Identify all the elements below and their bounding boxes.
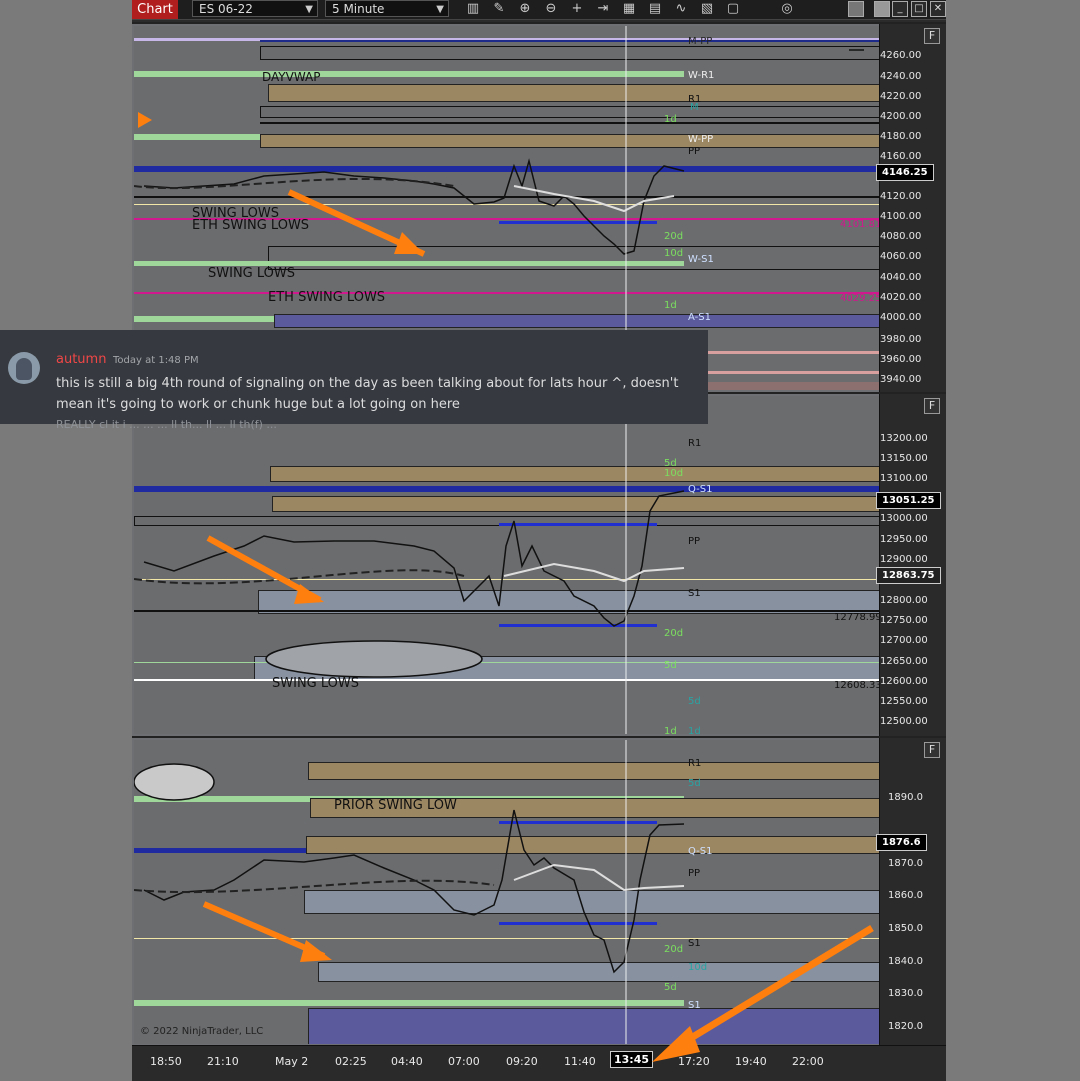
price-tick: 4200.00 xyxy=(880,111,922,122)
price-tick: 12500.00 xyxy=(880,716,928,727)
current-time-label: 13:45 xyxy=(610,1051,654,1068)
f-button[interactable]: F xyxy=(924,742,940,758)
f-button[interactable]: F xyxy=(924,398,940,414)
price-tick: 1860.0 xyxy=(888,890,923,901)
interval-value: 5 Minute xyxy=(332,2,385,16)
chevron-down-icon: ▼ xyxy=(436,4,444,15)
time-tick: 21:10 xyxy=(207,1055,239,1068)
indicators-icon[interactable]: ∿ xyxy=(672,1,690,17)
bars-icon[interactable]: ▥ xyxy=(464,1,482,17)
price-plot-rty[interactable]: PRIOR SWING LOW © 2022 NinjaTrader, LLC … xyxy=(134,740,880,1044)
price-tick: 3960.00 xyxy=(880,354,922,365)
price-tick: 12550.00 xyxy=(880,696,928,707)
current-price-label: 13051.25 xyxy=(876,492,941,509)
price-tick: 4260.00 xyxy=(880,50,922,61)
price-tick: 4000.00 xyxy=(880,312,922,323)
username[interactable]: autumn xyxy=(56,352,106,367)
price-tick: 13100.00 xyxy=(880,473,928,484)
zoom-in-icon[interactable]: ⊕ xyxy=(516,1,534,17)
window-tile-icon[interactable] xyxy=(874,1,890,17)
chevron-down-icon: ▼ xyxy=(305,4,313,15)
price-tick: 4240.00 xyxy=(880,71,922,82)
properties-icon[interactable]: ▢ xyxy=(724,1,742,17)
price-tick: 12750.00 xyxy=(880,615,928,626)
maximize-icon[interactable]: □ xyxy=(911,1,927,17)
price-tick: 12700.00 xyxy=(880,635,928,646)
price-tick: 1840.0 xyxy=(888,956,923,967)
avatar[interactable] xyxy=(8,352,40,384)
templates-icon[interactable]: ▧ xyxy=(698,1,716,17)
price-plot-nq[interactable]: SWING LOWS R1 5d 10d Q-S1 PP S1 20d 5d 5… xyxy=(134,396,880,734)
chart-style-icon[interactable]: ▦ xyxy=(620,1,638,17)
ninjatrader-window: Chart ES 06-22 ▼ 5 Minute ▼ ▥ ✎ ⊕ ⊖ + ⇥ … xyxy=(132,0,946,1081)
time-tick: May 2 xyxy=(275,1055,309,1068)
instrument-selector[interactable]: ES 06-22 ▼ xyxy=(192,0,318,17)
strategy-icon[interactable]: ▤ xyxy=(646,1,664,17)
minimize-icon[interactable]: _ xyxy=(892,1,908,17)
zoom-out-icon[interactable]: ⊖ xyxy=(542,1,560,17)
price-tick: 13150.00 xyxy=(880,453,928,464)
price-tick: 3940.00 xyxy=(880,374,922,385)
time-tick: 02:25 xyxy=(335,1055,367,1068)
pencil-icon[interactable]: ✎ xyxy=(490,1,508,17)
price-tick: 1890.0 xyxy=(888,792,923,803)
price-tick: 1870.0 xyxy=(888,858,923,869)
chart-panel-nq[interactable]: SWING LOWS R1 5d 10d Q-S1 PP S1 20d 5d 5… xyxy=(132,392,946,736)
price-tick: 1850.0 xyxy=(888,923,923,934)
time-tick: 17:20 xyxy=(678,1055,710,1068)
current-price-label: 4146.25 xyxy=(876,164,934,181)
snapshot-icon[interactable]: ◎ xyxy=(778,1,796,17)
time-tick: 11:40 xyxy=(564,1055,596,1068)
price-tick: 1830.0 xyxy=(888,988,923,999)
price-series-rty xyxy=(134,740,685,1044)
price-tick: 12800.00 xyxy=(880,595,928,606)
price-tick: 4060.00 xyxy=(880,251,922,262)
time-tick: 09:20 xyxy=(506,1055,538,1068)
price-tick: 4120.00 xyxy=(880,191,922,202)
time-tick: 22:00 xyxy=(792,1055,824,1068)
window-pin-icon[interactable] xyxy=(848,1,864,17)
price-tick: 12650.00 xyxy=(880,656,928,667)
price-tick: 12900.00 xyxy=(880,554,928,565)
price-tick: 3980.00 xyxy=(880,334,922,345)
secondary-price-label: 12863.75 xyxy=(876,567,941,584)
price-tick: 4220.00 xyxy=(880,91,922,102)
price-tick: 1820.0 xyxy=(888,1021,923,1032)
time-axis[interactable]: 18:50 21:10 May 2 02:25 04:40 07:00 09:2… xyxy=(132,1045,946,1081)
price-tick: 4020.00 xyxy=(880,292,922,303)
chat-message: autumn Today at 1:48 PM this is still a … xyxy=(0,330,708,431)
price-tick: 4160.00 xyxy=(880,151,922,162)
chart-panel-rty[interactable]: PRIOR SWING LOW © 2022 NinjaTrader, LLC … xyxy=(132,736,946,1046)
interval-selector[interactable]: 5 Minute ▼ xyxy=(325,0,449,17)
instrument-value: ES 06-22 xyxy=(199,2,253,16)
price-tick: 4040.00 xyxy=(880,272,922,283)
message-text-cut: REALLY cl it i ... ... ... ll th... ll .… xyxy=(56,418,277,431)
crosshair-icon[interactable]: + xyxy=(568,1,586,17)
price-tick: 4080.00 xyxy=(880,231,922,242)
chart-toolbar: Chart ES 06-22 ▼ 5 Minute ▼ ▥ ✎ ⊕ ⊖ + ⇥ … xyxy=(132,0,946,20)
add-chart-icon[interactable]: ⇥ xyxy=(594,1,612,17)
time-tick: 18:50 xyxy=(150,1055,182,1068)
price-tick: 13200.00 xyxy=(880,433,928,444)
price-tick: 4100.00 xyxy=(880,211,922,222)
message-text: this is still a big 4th round of signali… xyxy=(56,376,679,412)
price-tick: 12600.00 xyxy=(880,676,928,687)
time-tick: 19:40 xyxy=(735,1055,767,1068)
price-series-nq xyxy=(134,396,685,734)
time-tick: 04:40 xyxy=(391,1055,423,1068)
close-icon[interactable]: ✕ xyxy=(930,1,946,17)
timestamp: Today at 1:48 PM xyxy=(113,355,199,366)
current-price-label: 1876.6 xyxy=(876,834,927,851)
price-tick: 13000.00 xyxy=(880,513,928,524)
price-tick: 12950.00 xyxy=(880,534,928,545)
chart-tab[interactable]: Chart xyxy=(132,0,178,19)
time-tick: 07:00 xyxy=(448,1055,480,1068)
price-tick: 4180.00 xyxy=(880,131,922,142)
f-button[interactable]: F xyxy=(924,28,940,44)
